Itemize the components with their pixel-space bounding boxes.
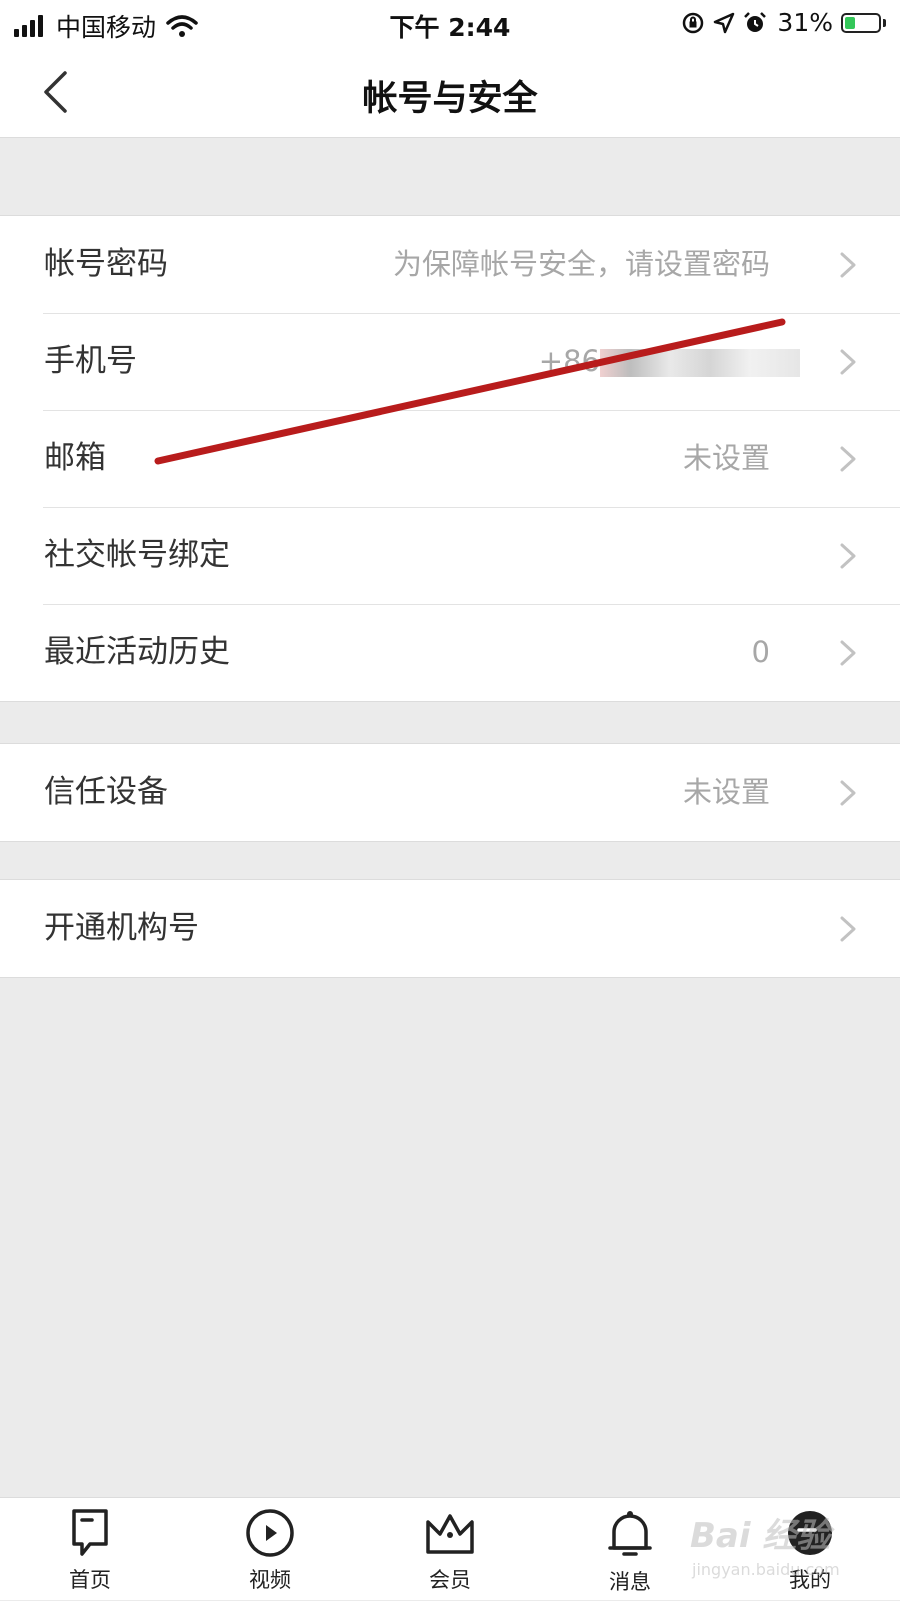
chevron-right-icon <box>840 780 856 806</box>
row-value: 未设置 <box>682 775 770 809</box>
settings-group-account: 帐号密码 为保障帐号安全，请设置密码 手机号 +86 邮箱 未设置 社交帐号绑定… <box>0 215 900 702</box>
chevron-right-icon <box>840 349 856 375</box>
row-account-password[interactable]: 帐号密码 为保障帐号安全，请设置密码 <box>0 216 900 313</box>
tab-label: 视频 <box>249 1568 291 1592</box>
row-label: 信任设备 <box>44 774 168 810</box>
nav-bar: 帐号与安全 <box>0 46 900 138</box>
row-value: 0 <box>751 635 770 669</box>
status-bar: 中国移动 下午 2:44 31% <box>0 0 900 46</box>
bell-icon <box>608 1511 652 1556</box>
tab-label: 消息 <box>609 1570 651 1594</box>
row-label: 社交帐号绑定 <box>44 537 230 573</box>
settings-group-organization: 开通机构号 <box>0 879 900 978</box>
location-icon <box>714 12 735 33</box>
tab-me[interactable]: 我的 <box>750 1498 870 1601</box>
chevron-right-icon <box>840 916 856 942</box>
tab-label: 我的 <box>789 1568 831 1592</box>
row-social-binding[interactable]: 社交帐号绑定 <box>0 507 900 604</box>
tab-label: 会员 <box>429 1568 471 1592</box>
tab-bar: 首页 视频 会员 消息 我的 <box>0 1497 900 1600</box>
play-circle-icon <box>246 1509 294 1557</box>
battery-percent: 31% <box>777 8 833 37</box>
row-phone-number[interactable]: 手机号 +86 <box>0 313 900 410</box>
page-title: 帐号与安全 <box>362 79 538 119</box>
profile-icon <box>788 1511 832 1555</box>
tab-video[interactable]: 视频 <box>210 1498 330 1601</box>
row-label: 手机号 <box>44 343 137 379</box>
bookmark-home-icon <box>72 1509 108 1556</box>
rotation-lock-icon <box>683 12 704 33</box>
tab-home[interactable]: 首页 <box>30 1498 150 1601</box>
settings-group-devices: 信任设备 未设置 <box>0 743 900 842</box>
row-label: 开通机构号 <box>44 910 199 946</box>
status-right: 31% <box>673 8 886 37</box>
row-open-org-account[interactable]: 开通机构号 <box>0 880 900 977</box>
row-value: 为保障帐号安全，请设置密码 <box>392 247 770 281</box>
tab-messages[interactable]: 消息 <box>570 1498 690 1601</box>
row-value: +86 <box>538 344 600 378</box>
crown-icon <box>426 1514 474 1554</box>
row-label: 邮箱 <box>44 440 106 476</box>
row-email[interactable]: 邮箱 未设置 <box>0 410 900 507</box>
row-value: 未设置 <box>682 441 770 475</box>
row-trusted-devices[interactable]: 信任设备 未设置 <box>0 744 900 841</box>
battery-icon <box>841 12 886 33</box>
redacted-phone-block <box>600 349 800 377</box>
chevron-right-icon <box>840 543 856 569</box>
chevron-right-icon <box>840 252 856 278</box>
chevron-right-icon <box>840 446 856 472</box>
row-recent-activity[interactable]: 最近活动历史 0 <box>0 604 900 701</box>
row-label: 帐号密码 <box>44 246 168 282</box>
alarm-icon <box>744 11 767 32</box>
row-label: 最近活动历史 <box>44 634 230 670</box>
tab-member[interactable]: 会员 <box>390 1498 510 1601</box>
chevron-right-icon <box>840 640 856 666</box>
tab-label: 首页 <box>69 1568 111 1592</box>
